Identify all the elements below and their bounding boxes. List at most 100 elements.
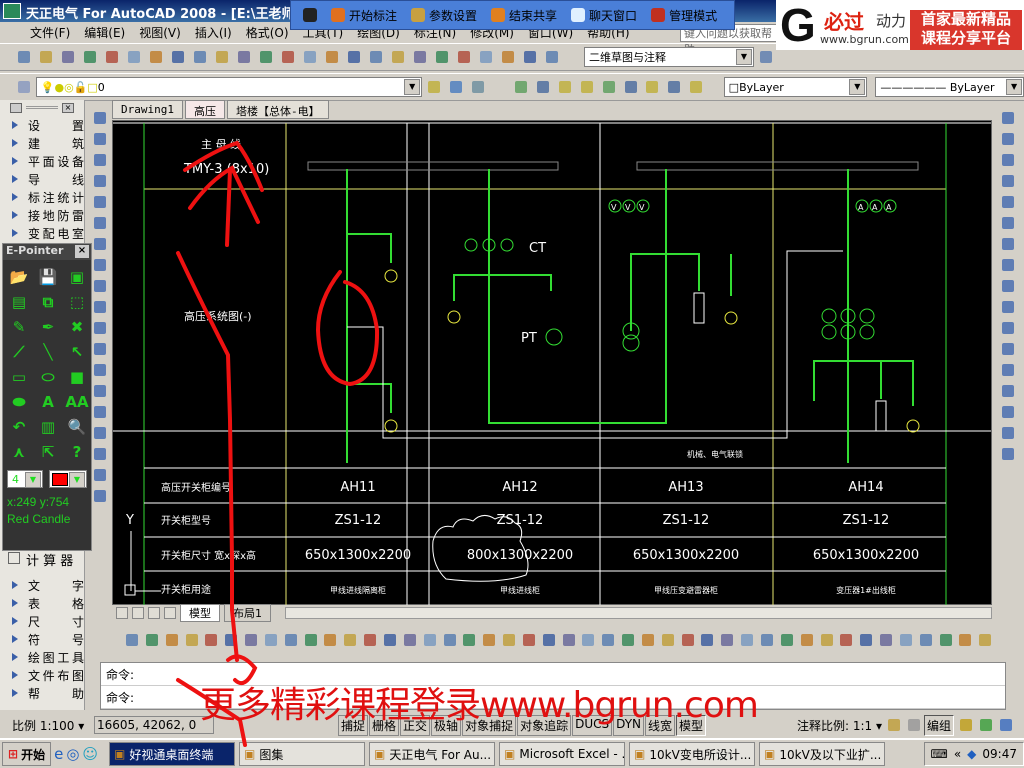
properties-icon[interactable] (410, 47, 430, 67)
messenger-icon[interactable]: ☺ (82, 745, 98, 763)
layer-tool-icon[interactable] (664, 77, 684, 97)
workspace-settings-icon[interactable] (756, 47, 776, 67)
rectangle-icon[interactable] (90, 192, 108, 210)
tangent-tool-icon[interactable] (638, 630, 655, 647)
lock-icon[interactable] (956, 715, 974, 735)
palette-item[interactable]: 表 格 (0, 594, 84, 612)
share-bar-item[interactable]: 管理模式 (651, 7, 717, 24)
tangent-tool-icon[interactable] (975, 630, 992, 647)
close-icon[interactable]: × (62, 103, 74, 113)
layer-tool-icon[interactable] (555, 77, 575, 97)
e-pointer-title-bar[interactable]: E-Pointer × (3, 244, 91, 260)
save-icon[interactable]: 💾 (34, 264, 62, 289)
tangent-tool-icon[interactable] (400, 630, 417, 647)
palette-item[interactable]: 设 置 (0, 116, 84, 134)
workspace-dropdown[interactable]: 二维草图与注释 ▼ (584, 47, 754, 67)
filled-rect-icon[interactable]: ■ (63, 364, 91, 389)
annotation-scale-dropdown[interactable]: 注释比例: 1:1 ▾ (797, 717, 882, 734)
toggle-button[interactable]: 正交 (400, 714, 431, 736)
next-tab-button[interactable] (148, 607, 160, 619)
dropdown-arrow-icon[interactable]: ▼ (849, 79, 866, 95)
preview-icon[interactable] (102, 47, 122, 67)
tangent-tool-icon[interactable] (241, 630, 258, 647)
open-icon[interactable]: 📂 (5, 264, 33, 289)
first-tab-button[interactable] (116, 607, 128, 619)
ellipse-arc-icon[interactable] (90, 318, 108, 336)
circle-icon[interactable] (90, 234, 108, 252)
tangent-tool-icon[interactable] (360, 630, 377, 647)
palette-item[interactable]: 文 字 (0, 576, 84, 594)
color-dropdown[interactable]: □ ByLayer ▼ (723, 77, 868, 97)
line-icon[interactable] (90, 108, 108, 126)
pointer-icon[interactable]: ⇱ (34, 439, 62, 464)
share-bar-item[interactable]: 开始标注 (331, 7, 397, 24)
stretch-icon[interactable] (998, 276, 1016, 294)
taskbar-button[interactable]: ▣ Microsoft Excel - ... (499, 742, 626, 766)
break-icon[interactable] (998, 360, 1016, 378)
taskbar-button[interactable]: ▣ 图集 (239, 742, 366, 766)
tangent-tool-icon[interactable] (479, 630, 496, 647)
taskbar-button[interactable]: ▣ 好视通桌面终端 (109, 742, 236, 766)
save-icon[interactable] (58, 47, 78, 67)
sheet-set-icon[interactable] (476, 47, 496, 67)
minimize-icon[interactable] (10, 103, 22, 113)
toggle-button[interactable]: DUCS (572, 714, 613, 736)
auto-scale-icon[interactable] (904, 715, 922, 735)
layer-states-icon[interactable] (468, 77, 488, 97)
layer-tool-icon[interactable] (642, 77, 662, 97)
palette-item[interactable]: 平面设备 (0, 152, 84, 170)
linetype-dropdown[interactable]: —————— ByLayer ▼ (875, 77, 1024, 97)
taskbar-button[interactable]: ▣ 天正电气 For Au... (369, 742, 496, 766)
palette-item[interactable]: 文件布图 (0, 666, 84, 684)
trim-icon[interactable] (998, 297, 1016, 315)
tangent-tool-icon[interactable] (559, 630, 576, 647)
hatch-icon[interactable] (90, 402, 108, 420)
polyline-icon[interactable] (90, 150, 108, 168)
rectangle-icon[interactable]: ▭ (5, 364, 33, 389)
dropdown-arrow-icon[interactable]: ▼ (404, 79, 421, 95)
dropdown-arrow-icon[interactable]: ▼ (736, 49, 752, 65)
array-icon[interactable] (998, 192, 1016, 210)
tab-layout1[interactable]: 布局1 (224, 604, 271, 622)
document-tab[interactable]: 塔楼【总体-电】 (226, 100, 329, 119)
tangent-tool-icon[interactable] (618, 630, 635, 647)
ie-icon[interactable]: e (54, 745, 63, 763)
text-icon[interactable]: A (34, 389, 62, 414)
layer-tool-icon[interactable] (599, 77, 619, 97)
network-icon[interactable]: ◆ (967, 747, 976, 761)
magnifier-icon[interactable]: 🔍 (63, 414, 91, 439)
revcloud-icon[interactable] (90, 255, 108, 273)
zoom-previous-icon[interactable] (388, 47, 408, 67)
block-icon[interactable] (256, 47, 276, 67)
layer-tool-icon[interactable] (511, 77, 531, 97)
scale-icon[interactable] (998, 255, 1016, 273)
prev-tab-button[interactable] (132, 607, 144, 619)
tangent-tool-icon[interactable] (896, 630, 913, 647)
dropdown-arrow-icon[interactable]: ▼ (69, 472, 85, 488)
zoom-realtime-icon[interactable] (344, 47, 364, 67)
toggle-button[interactable]: 模型 (676, 714, 707, 736)
palette-item[interactable]: 建 筑 (0, 134, 84, 152)
toggle-button[interactable]: DYN (613, 714, 645, 736)
explode-icon[interactable] (998, 444, 1016, 462)
group-toggle[interactable]: 编组 (923, 714, 954, 736)
ellipse-icon[interactable]: ⬭ (34, 364, 62, 389)
tangent-tool-icon[interactable] (182, 630, 199, 647)
point-icon[interactable] (90, 381, 108, 399)
toggle-button[interactable]: 对象捕捉 (462, 714, 517, 736)
tangent-tool-icon[interactable] (578, 630, 595, 647)
status-tray-icon[interactable] (976, 715, 994, 735)
new-icon[interactable] (14, 47, 34, 67)
clear-icon[interactable]: ✖ (63, 314, 91, 339)
clean-screen-icon[interactable] (996, 715, 1014, 735)
extend-icon[interactable] (998, 318, 1016, 336)
redo-icon[interactable] (300, 47, 320, 67)
tangent-tool-icon[interactable] (420, 630, 437, 647)
tangent-tool-icon[interactable] (658, 630, 675, 647)
layer-tool-icon[interactable] (686, 77, 706, 97)
tangent-tool-icon[interactable] (955, 630, 972, 647)
polygon-icon[interactable] (90, 171, 108, 189)
plot-icon[interactable] (80, 47, 100, 67)
toggle-button[interactable]: 对象追踪 (517, 714, 572, 736)
pen-width-dropdown[interactable]: 4 ▼ (7, 470, 43, 488)
